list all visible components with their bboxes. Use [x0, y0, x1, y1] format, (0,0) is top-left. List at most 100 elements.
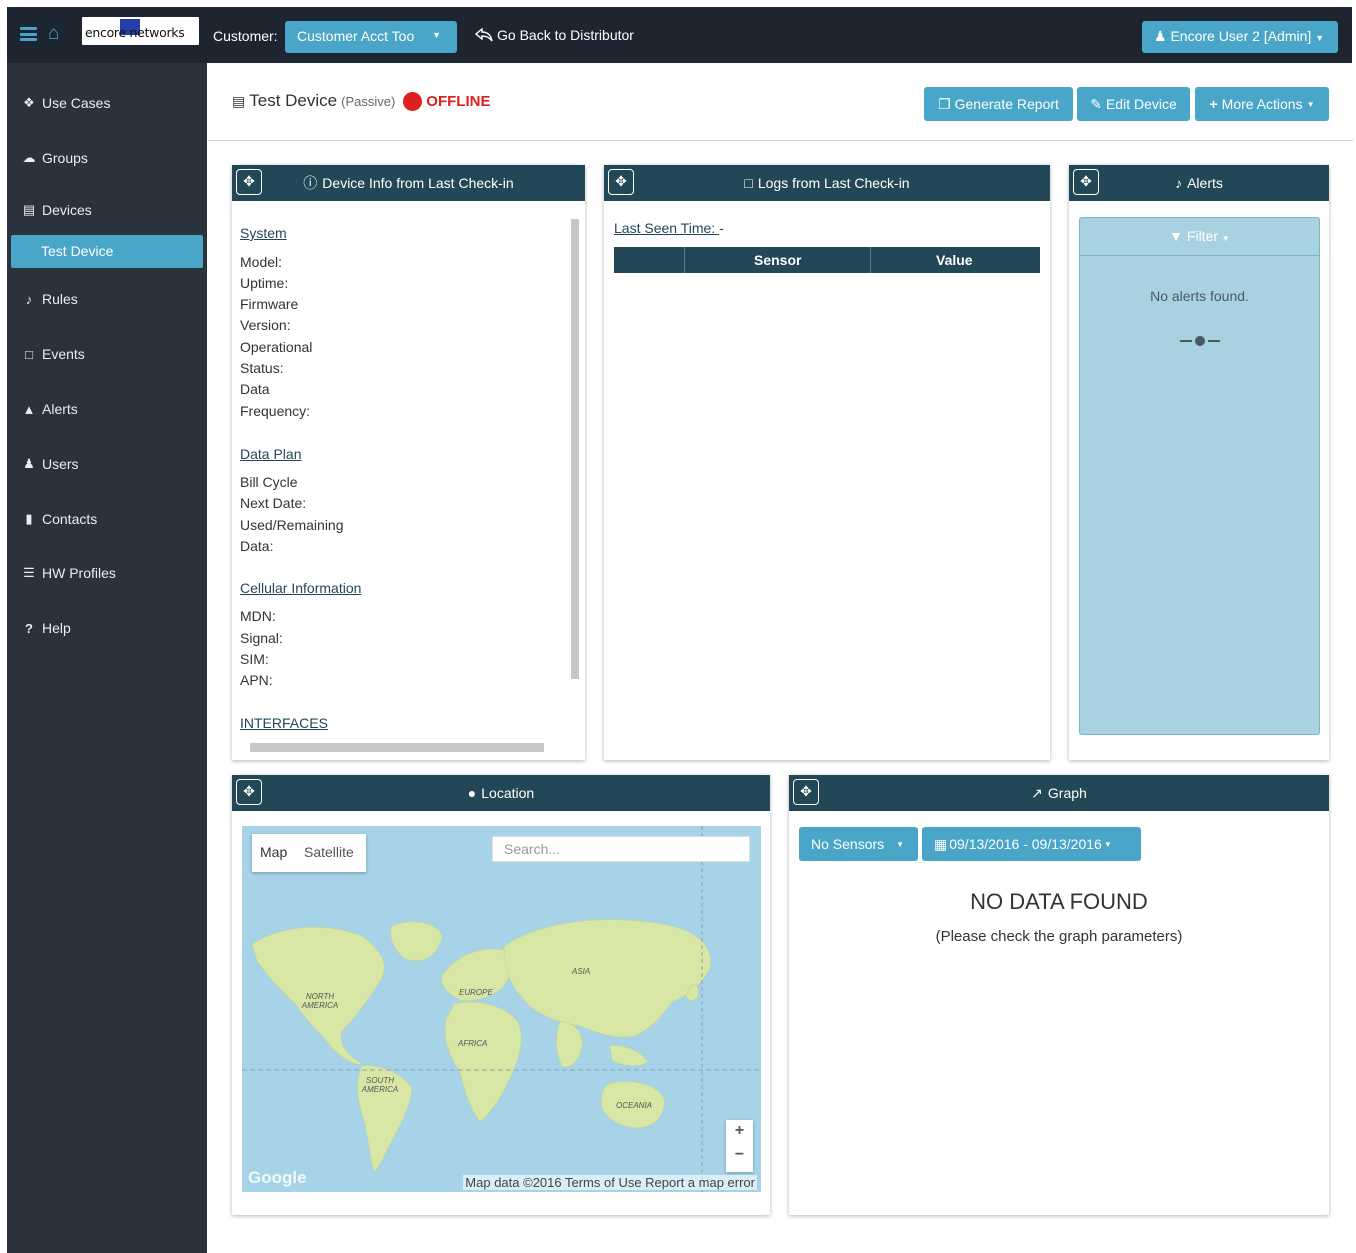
go-back-label: Go Back to Distributor — [497, 27, 634, 43]
caret-down-icon: ▼ — [432, 30, 441, 40]
apn-label: APN: — [240, 672, 273, 688]
map-attribution[interactable]: Map data ©2016 Terms of Use Report a map… — [463, 1175, 757, 1190]
vertical-scrollbar[interactable] — [569, 207, 581, 735]
status-badge: OFFLINE — [426, 92, 491, 110]
next-date-label: Next Date: — [240, 495, 307, 511]
generate-report-label: Generate Report — [954, 96, 1059, 112]
uptime-label: Uptime: — [240, 275, 289, 291]
generate-report-button[interactable]: ❐ Generate Report — [924, 87, 1073, 121]
move-icon[interactable]: ✥ — [1073, 169, 1099, 195]
map-label-oceania: OCEANIA — [616, 1101, 653, 1110]
status-label: Status: — [240, 360, 284, 376]
plus-icon: + — [1209, 96, 1218, 112]
sidebar-item-devices[interactable]: ▤ Devices — [7, 195, 207, 225]
logs-header: ✥ □ Logs from Last Check-in — [604, 165, 1050, 201]
sidebar-item-contacts[interactable]: ▮ Contacts — [7, 504, 207, 534]
sidebar-item-label: Alerts — [42, 401, 78, 417]
sensor-column-header[interactable]: Sensor — [754, 252, 801, 268]
users-icon: ♟ — [23, 456, 35, 471]
report-icon: ❐ — [938, 95, 951, 112]
question-icon: ? — [25, 620, 33, 636]
sidebar-item-label: Events — [42, 346, 85, 362]
sidebar-item-label: Help — [42, 620, 71, 636]
sensors-select-button[interactable]: No Sensors ▼ — [799, 827, 918, 861]
cellular-section-link[interactable]: Cellular Information — [240, 580, 361, 596]
map-label-north-america: NORTH AMERICA — [301, 992, 339, 1010]
no-data-subtitle: (Please check the graph parameters) — [935, 928, 1183, 945]
customer-select-button[interactable]: Customer Acct Too ▼ — [285, 21, 457, 53]
sidebar-item-label: Users — [42, 456, 79, 472]
move-icon[interactable]: ✥ — [608, 169, 634, 195]
zoom-in-button[interactable]: + — [726, 1122, 753, 1140]
location-header: ✥ ● Location — [232, 775, 770, 811]
hamburger-menu-icon[interactable] — [20, 27, 37, 41]
edit-device-label: Edit Device — [1105, 96, 1177, 112]
file-icon: □ — [744, 175, 753, 191]
alerts-list: ▼ Filter ▼ No alerts found. — [1079, 217, 1320, 735]
sidebar-item-rules[interactable]: ♪ Rules — [7, 284, 207, 314]
device-mode: (Passive) — [341, 93, 396, 109]
data-plan-section-link[interactable]: Data Plan — [240, 446, 301, 462]
world-map[interactable]: NORTH AMERICA EUROPE ASIA AFRICA SOUTH A… — [242, 826, 761, 1192]
logo[interactable]: encore networks — [82, 17, 199, 45]
zoom-out-button[interactable]: − — [726, 1146, 753, 1164]
last-seen-value: - — [719, 220, 724, 236]
logs-panel: ✥ □ Logs from Last Check-in Last Seen Ti… — [604, 165, 1050, 760]
sidebar-subitem-test-device[interactable]: Test Device — [11, 235, 203, 268]
move-icon[interactable]: ✥ — [236, 169, 262, 195]
user-icon: ♟ — [1154, 28, 1167, 44]
device-name: Test Device — [249, 91, 338, 110]
date-range-label: 09/13/2016 - 09/13/2016 — [949, 836, 1102, 852]
edit-device-button[interactable]: ✎ Edit Device — [1077, 87, 1190, 121]
sidebar-item-alerts[interactable]: ▲ Alerts — [7, 394, 207, 424]
move-icon[interactable]: ✥ — [236, 779, 262, 805]
filter-icon: ▼ — [1169, 228, 1184, 244]
last-seen-time[interactable]: Last Seen Time: - — [614, 220, 724, 236]
no-data-heading: NO DATA FOUND — [970, 889, 1148, 914]
signal-label: Signal: — [240, 630, 283, 646]
scrollbar-thumb[interactable] — [250, 743, 544, 752]
scrollbar-thumb[interactable] — [571, 219, 579, 679]
sidebar-item-help[interactable]: ? Help — [7, 613, 207, 643]
date-range-button[interactable]: ▦ 09/13/2016 - 09/13/2016 ▼ — [922, 827, 1141, 861]
horizontal-scrollbar[interactable] — [236, 741, 564, 753]
system-section-link[interactable]: System — [240, 225, 287, 241]
interfaces-section-link[interactable]: INTERFACES — [240, 715, 328, 731]
loading-icon — [1180, 336, 1220, 346]
customer-select-label: Customer Acct Too — [297, 28, 415, 44]
sidebar-item-hw-profiles[interactable]: ☰ HW Profiles — [7, 558, 207, 588]
map-marker-icon: ● — [467, 785, 477, 801]
graph-header: ✥ ↗ Graph — [789, 775, 1329, 811]
device-info-title: Device Info from Last Check-in — [322, 175, 514, 191]
data-amount-label: Data: — [240, 538, 274, 554]
caret-down-icon: ▼ — [896, 839, 905, 849]
last-seen-label: Last Seen Time: — [614, 220, 716, 236]
used-remaining-label: Used/Remaining — [240, 517, 344, 533]
value-column-header[interactable]: Value — [936, 252, 973, 268]
bell-icon: ♪ — [1175, 175, 1183, 191]
move-icon[interactable]: ✥ — [793, 779, 819, 805]
hdd-icon: ▤ — [22, 202, 36, 217]
more-actions-button[interactable]: + More Actions ▼ — [1195, 87, 1329, 121]
map-type-satellite-button[interactable]: Satellite — [304, 844, 354, 860]
file-icon: □ — [25, 346, 33, 362]
go-back-link[interactable]: Go Back to Distributor — [475, 27, 634, 43]
user-menu-button[interactable]: ♟ Encore User 2 [Admin] ▼ — [1142, 21, 1338, 53]
server-icon: ☰ — [23, 565, 35, 580]
sidebar-item-label: Devices — [42, 202, 92, 218]
sidebar-item-groups[interactable]: ☁ Groups — [7, 143, 207, 173]
map-search-input[interactable]: Search... — [492, 836, 750, 862]
logs-table-header: Sensor Value — [614, 247, 1040, 273]
sidebar-item-label: Rules — [42, 291, 78, 307]
page-title: ▤ Test Device (Passive) OFFLINE — [232, 91, 490, 111]
version-label: Version: — [240, 317, 291, 333]
sidebar-item-label: Use Cases — [42, 95, 111, 111]
bill-cycle-label: Bill Cycle — [240, 474, 298, 490]
home-icon[interactable]: ⌂ — [48, 24, 59, 44]
sidebar-item-users[interactable]: ♟ Users — [7, 449, 207, 479]
sidebar-item-events[interactable]: □ Events — [7, 339, 207, 369]
sidebar-item-use-cases[interactable]: ❖ Use Cases — [7, 88, 207, 118]
alerts-filter-button[interactable]: ▼ Filter ▼ — [1080, 218, 1319, 256]
map-label-europe: EUROPE — [459, 988, 493, 997]
map-type-map-button[interactable]: Map — [260, 844, 287, 860]
